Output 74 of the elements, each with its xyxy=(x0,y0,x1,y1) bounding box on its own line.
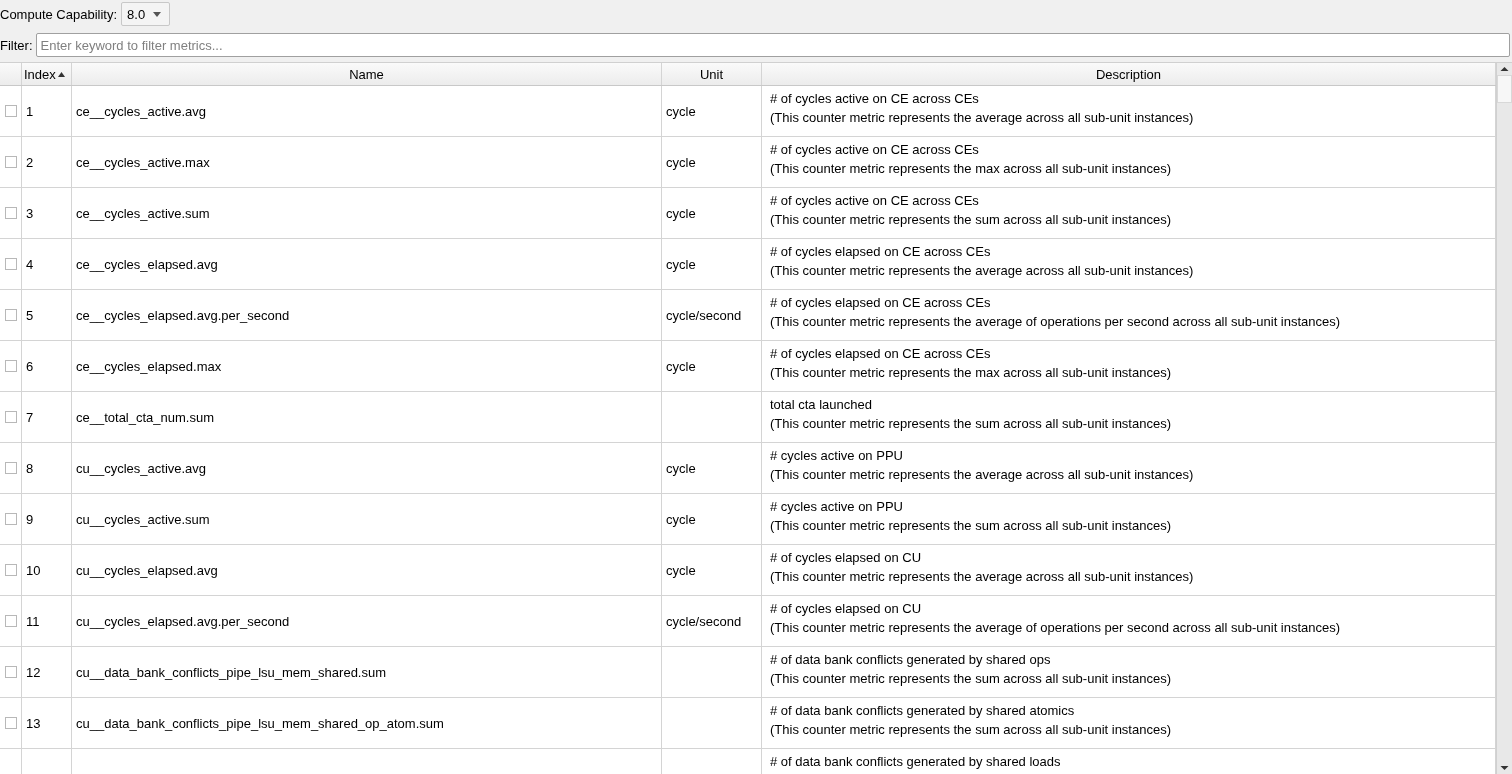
metric-name-cell: ce__cycles_elapsed.max xyxy=(76,358,222,374)
checkbox[interactable] xyxy=(4,309,17,321)
index-cell: 2 xyxy=(26,154,34,170)
compute-capability-dropdown[interactable]: 8.0 xyxy=(121,2,171,26)
metric-name-cell: cu__cycles_elapsed.avg xyxy=(76,562,218,578)
index-cell: 4 xyxy=(26,256,34,272)
unit-cell: cycle xyxy=(666,205,696,221)
checkbox[interactable] xyxy=(4,156,17,168)
column-header[interactable]: Index xyxy=(24,66,56,82)
metric-name-cell: cu__cycles_active.sum xyxy=(76,511,210,527)
unit-cell: cycle xyxy=(666,154,696,170)
caret-icon xyxy=(153,11,162,17)
description-cell-text: # of cycles active on CE across CEs (This counter metric represents the max across all sub-unit instances) xyxy=(769,141,1171,178)
description-cell-text: # of data bank conflicts generated by shared ops (This counter metric represents the sum across all sub-unit instances) xyxy=(769,651,1171,688)
checkbox[interactable] xyxy=(4,564,17,576)
metric-name-cell: cu__data_bank_conflicts_pipe_lsu_mem_shared.sum xyxy=(76,664,387,680)
metric-name-cell: ce__cycles_active.sum xyxy=(76,205,210,221)
description-cell-text: # of cycles elapsed on CU (This counter metric represents the average of operations per second across all sub-unit instances) xyxy=(769,600,1341,637)
unit-cell: cycle xyxy=(666,256,696,272)
description-cell-text: # of cycles active on CE across CEs (This counter metric represents the sum across all sub-unit instances) xyxy=(769,192,1171,229)
description-cell-text: # cycles active on PPU (This counter metric represents the average across all sub-unit instances) xyxy=(769,447,1194,484)
index-cell: 8 xyxy=(26,460,34,476)
column-header[interactable]: Unit xyxy=(699,66,724,82)
description-cell-text: # of data bank conflicts generated by shared atomics (This counter metric represents the sum across all sub-unit instances) xyxy=(769,702,1171,739)
scrollbar-thumb[interactable] xyxy=(1497,75,1512,103)
unit-cell: cycle/second xyxy=(666,613,742,629)
description-cell-text: # of cycles elapsed on CE across CEs (This counter metric represents the average across all sub-unit instances) xyxy=(769,243,1194,280)
description-cell-text: total cta launched (This counter metric represents the sum across all sub-unit instances) xyxy=(769,396,1171,433)
index-cell: 9 xyxy=(26,511,34,527)
description-cell-text: # of data bank conflicts generated by shared loads xyxy=(769,753,1061,771)
index-cell: 11 xyxy=(26,613,40,629)
unit-cell: cycle xyxy=(666,562,696,578)
metric-name-cell: ce__cycles_elapsed.avg.per_second xyxy=(76,307,290,323)
checkbox[interactable] xyxy=(4,615,17,627)
index-cell: 10 xyxy=(26,562,41,578)
metric-name-cell: cu__cycles_active.avg xyxy=(76,460,207,476)
checkbox[interactable] xyxy=(4,513,17,525)
description-cell-text: # of cycles elapsed on CE across CEs (This counter metric represents the max across all sub-unit instances) xyxy=(769,345,1171,382)
metric-name-cell: ce__cycles_elapsed.avg xyxy=(76,256,218,272)
unit-cell: cycle xyxy=(666,103,696,119)
checkbox[interactable] xyxy=(4,462,17,474)
description-cell-text: # cycles active on PPU (This counter metric represents the sum across all sub-unit instances) xyxy=(769,498,1171,535)
metric-name-cell: cu__cycles_elapsed.avg.per_second xyxy=(76,613,290,629)
checkbox[interactable] xyxy=(4,105,17,117)
checkbox[interactable] xyxy=(4,717,17,729)
metric-name-cell: cu__data_bank_conflicts_pipe_lsu_mem_shared_op_atom.sum xyxy=(76,715,444,731)
index-cell: 1 xyxy=(26,103,34,119)
metric-name-cell: ce__cycles_active.avg xyxy=(76,103,207,119)
filter-field[interactable]: Enter keyword to filter metrics... xyxy=(35,33,1510,57)
metric-name-cell: ce__total_cta_num.sum xyxy=(76,409,215,425)
description-cell-text: # of cycles active on CE across CEs (This counter metric represents the average across all sub-unit instances) xyxy=(769,90,1194,127)
metric-name-cell: ce__cycles_active.max xyxy=(76,154,210,170)
checkbox[interactable] xyxy=(4,258,17,270)
checkbox[interactable] xyxy=(4,666,17,678)
unit-cell: cycle/second xyxy=(666,307,742,323)
description-cell-text: # of cycles elapsed on CE across CEs (This counter metric represents the average of operations per second across all sub-unit instances) xyxy=(769,294,1341,331)
column-header[interactable]: Description xyxy=(1096,66,1161,82)
description-cell-text: # of cycles elapsed on CU (This counter metric represents the average across all sub-unit instances) xyxy=(769,549,1194,586)
column-header[interactable]: Name xyxy=(349,66,384,82)
checkbox[interactable] xyxy=(4,411,17,423)
unit-cell: cycle xyxy=(666,460,696,476)
unit-cell: cycle xyxy=(666,358,696,374)
index-cell: 12 xyxy=(26,664,41,680)
scrollbar[interactable] xyxy=(1496,63,1512,774)
checkbox[interactable] xyxy=(4,207,17,219)
unit-cell: cycle xyxy=(666,511,696,527)
index-cell: 13 xyxy=(26,715,41,731)
compute-capability-label: Compute Capability: xyxy=(0,6,118,22)
index-cell: 5 xyxy=(26,307,34,323)
index-cell: 3 xyxy=(26,205,34,221)
checkbox[interactable] xyxy=(4,360,17,372)
index-cell: 7 xyxy=(26,409,34,425)
filter-label: Filter: xyxy=(0,37,33,53)
index-cell: 6 xyxy=(26,358,34,374)
